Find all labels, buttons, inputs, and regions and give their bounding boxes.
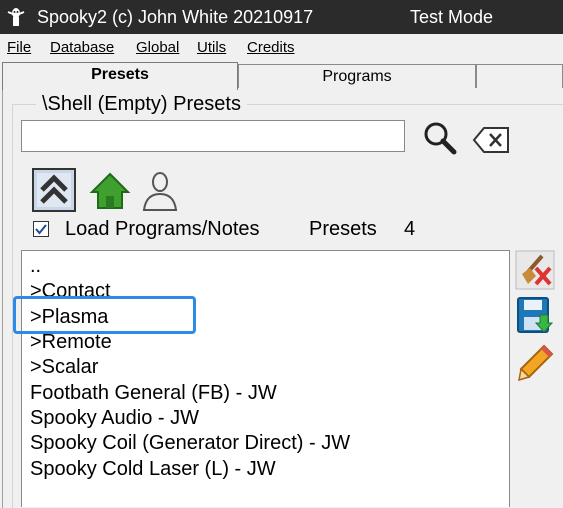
window-title: Spooky2 (c) John White 20210917: [37, 7, 314, 27]
tab-presets[interactable]: Presets: [2, 62, 238, 90]
tab-programs[interactable]: Programs: [238, 64, 476, 88]
list-item[interactable]: Spooky Audio - JW: [30, 407, 199, 430]
load-programs-label: Load Programs/Notes: [65, 218, 260, 240]
list-item[interactable]: Footbath General (FB) - JW: [30, 382, 277, 405]
clear-icon: [472, 127, 509, 153]
user-icon: [142, 172, 178, 211]
search-button[interactable]: [419, 118, 461, 158]
erase-button[interactable]: [514, 250, 556, 290]
menu-global[interactable]: Global: [136, 39, 179, 56]
presets-count-label: Presets: [309, 218, 377, 240]
up-level-icon: [37, 173, 71, 207]
save-button[interactable]: [514, 295, 556, 335]
search-icon: [424, 122, 457, 155]
menu-database[interactable]: Database: [50, 39, 114, 56]
up-level-button[interactable]: [32, 168, 76, 212]
tab-third[interactable]: [476, 64, 563, 88]
home-icon: [89, 172, 131, 209]
home-button[interactable]: [88, 168, 132, 212]
check-icon: [35, 224, 47, 235]
mode-label: Test Mode: [410, 7, 494, 27]
selection-highlight: [13, 296, 196, 334]
clear-button[interactable]: [470, 122, 512, 158]
menu-file[interactable]: File: [7, 39, 31, 56]
presets-group-title: \Shell (Empty) Presets: [36, 93, 247, 116]
menu-bar: File Database Global Utils Credits: [0, 34, 563, 60]
list-item[interactable]: ..: [30, 255, 41, 278]
list-item[interactable]: >Remote: [30, 331, 112, 354]
title-bar: Spooky2 (c) John White 20210917 Test Mod…: [0, 0, 563, 34]
menu-utils[interactable]: Utils: [197, 39, 226, 56]
erase-icon: [515, 250, 555, 290]
load-programs-checkbox[interactable]: [33, 221, 49, 237]
list-item[interactable]: Spooky Coil (Generator Direct) - JW: [30, 432, 350, 455]
list-item[interactable]: >Scalar: [30, 356, 98, 379]
presets-count-value: 4: [404, 218, 416, 240]
edit-button[interactable]: [514, 343, 556, 383]
search-input[interactable]: [21, 120, 405, 152]
app-icon: [7, 8, 25, 26]
user-button[interactable]: [138, 168, 182, 212]
tab-strip: Presets Programs: [0, 62, 563, 90]
edit-icon: [518, 344, 554, 382]
menu-credits[interactable]: Credits: [247, 39, 295, 56]
save-icon: [517, 297, 554, 333]
presets-list[interactable]: .. >Contact >Plasma >Remote >Scalar Foot…: [21, 250, 510, 507]
list-item[interactable]: Spooky Cold Laser (L) - JW: [30, 458, 276, 481]
